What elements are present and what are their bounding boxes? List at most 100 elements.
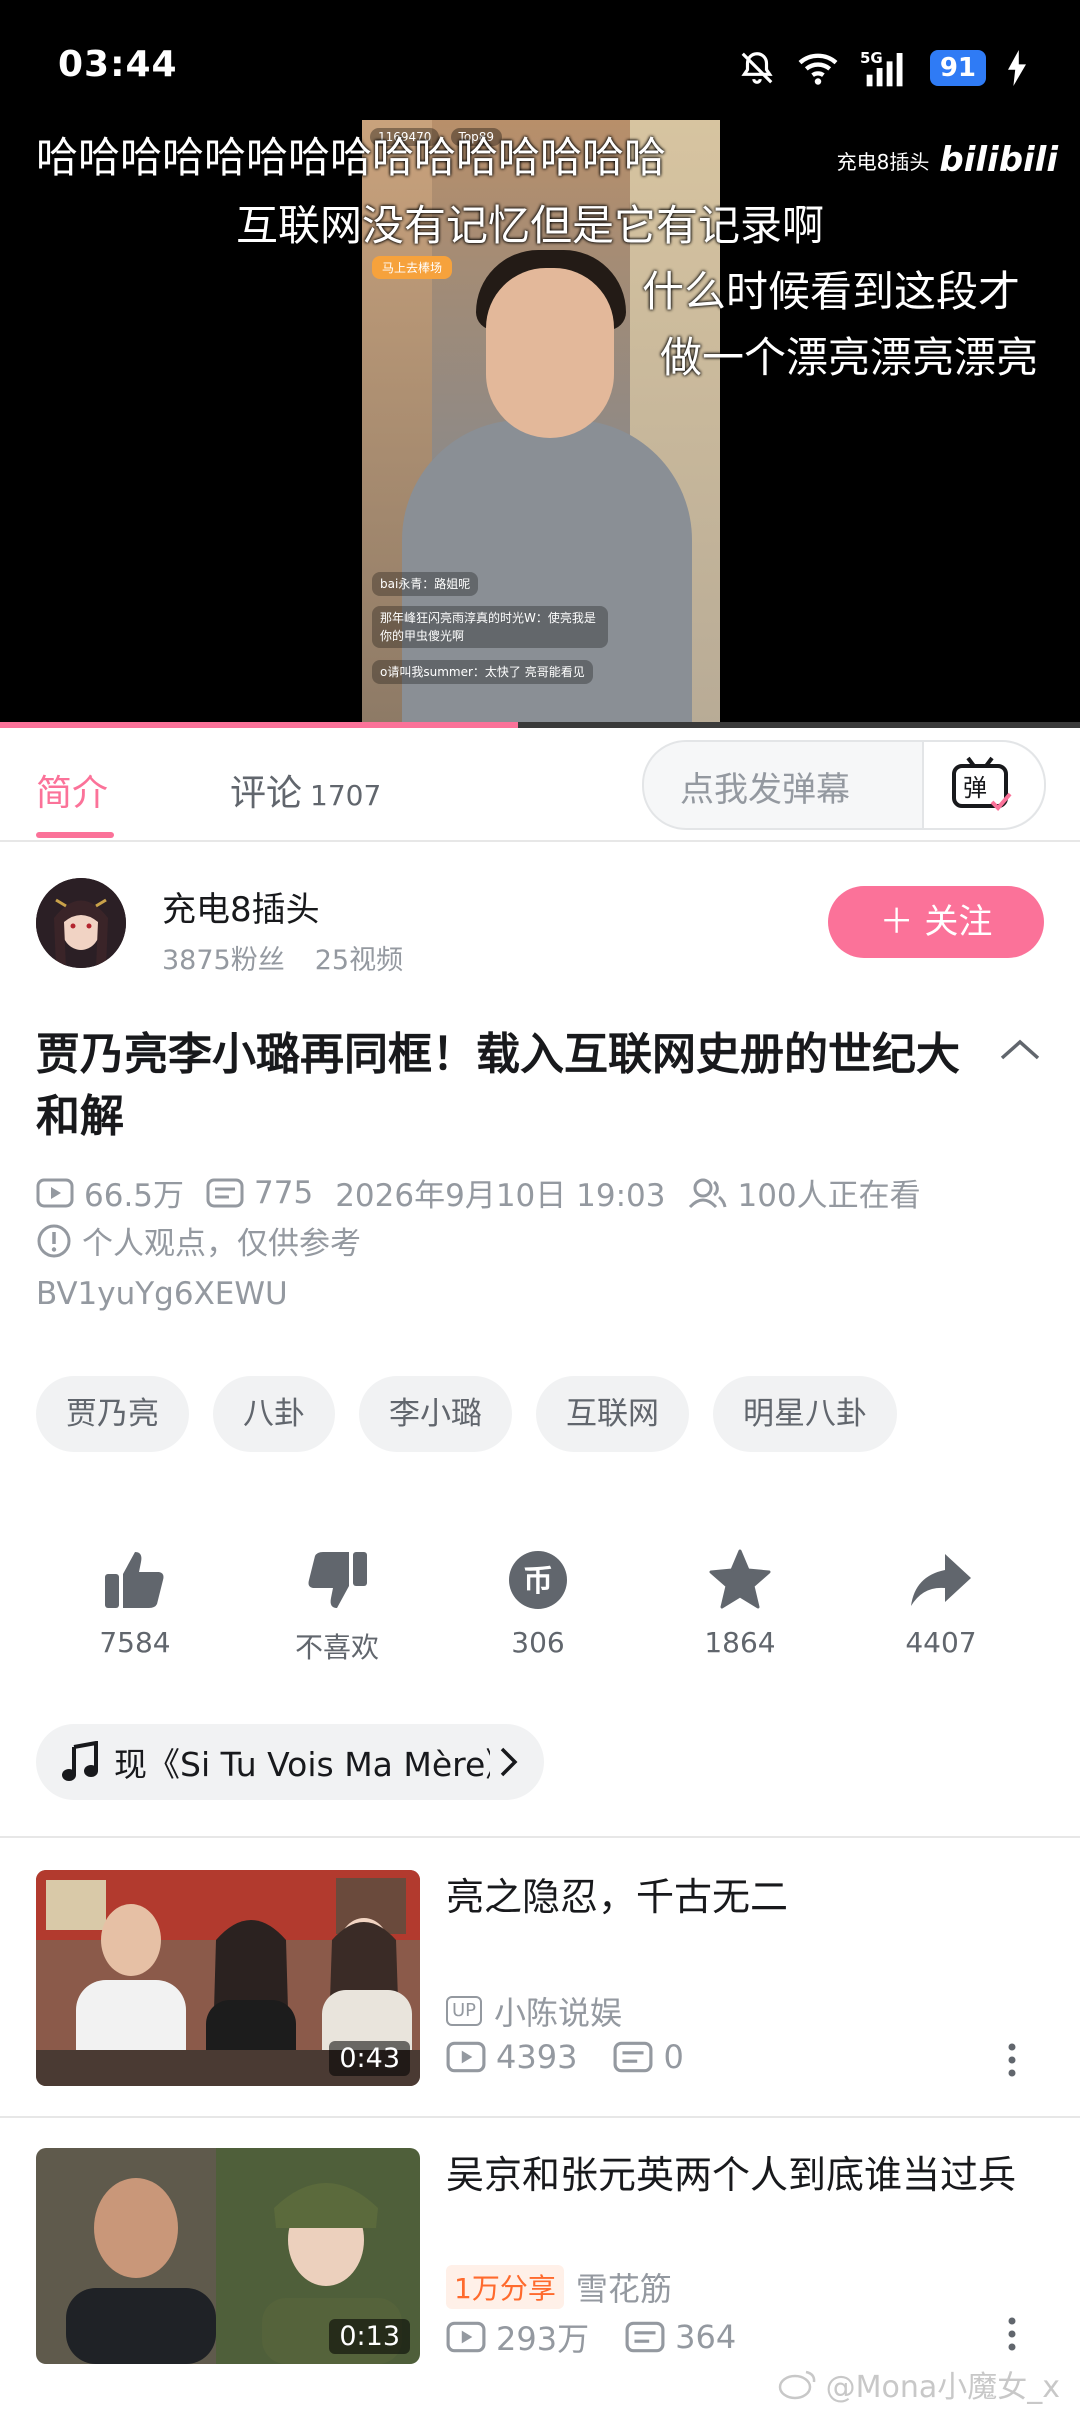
tag-chip[interactable]: 明星八卦 bbox=[713, 1376, 897, 1452]
watching-icon bbox=[689, 1178, 727, 1208]
like-button[interactable]: 7584 bbox=[60, 1548, 210, 1659]
opinion-notice: 个人观点，仅供参考 bbox=[36, 1218, 361, 1263]
danmaku-comment: 什么时候看到这段才 bbox=[642, 267, 1021, 316]
danmaku-icon: 弹 bbox=[952, 756, 1012, 811]
dislike-label: 不喜欢 bbox=[294, 1631, 379, 1664]
coin-icon-glyph: 币 bbox=[523, 1564, 553, 1599]
dislike-button[interactable]: 不喜欢 bbox=[262, 1548, 412, 1666]
mute-bell-icon bbox=[741, 52, 773, 84]
related-uploader: UP 小陈说娱 bbox=[446, 1988, 622, 2034]
related-thumbnail[interactable]: 0:43 bbox=[36, 1870, 420, 2086]
favorite-count: 1864 bbox=[704, 1626, 776, 1659]
thumbs-down-icon bbox=[308, 1552, 367, 1608]
tag-chip[interactable]: 八卦 bbox=[213, 1376, 335, 1452]
weibo-watermark: @Mona小魔女_x bbox=[778, 2362, 1060, 2406]
tab-comments-count: 1707 bbox=[310, 779, 382, 812]
signal-5g-icon: 5G bbox=[860, 49, 903, 87]
bilibili-logo: bilibili bbox=[939, 140, 1058, 180]
tab-intro[interactable]: 简介 bbox=[36, 764, 108, 816]
video-title: 贾乃亮李小璐再同框！载入互联网史册的世纪大和解 bbox=[36, 1029, 960, 1142]
play-count-icon bbox=[446, 2041, 486, 2073]
related-play-count: 4393 bbox=[496, 2038, 578, 2076]
video-meta: 66.5万 775 2026年9月10日 19:03 100人正在看 bbox=[36, 1170, 943, 1215]
live-comment: o请叫我summer：太快了 亮哥能看见 bbox=[372, 660, 593, 684]
play-count: 66.5万 bbox=[84, 1178, 185, 1214]
related-stats: 293万 364 bbox=[446, 2314, 772, 2360]
danmaku-input-placeholder: 点我发弹幕 bbox=[680, 770, 850, 810]
weibo-logo-icon bbox=[778, 2370, 815, 2400]
tag-chip[interactable]: 互联网 bbox=[536, 1376, 689, 1452]
publish-date: 2026年9月10日 19:03 bbox=[335, 1178, 666, 1214]
danmaku-comment: 哈哈哈哈哈哈哈哈哈哈哈哈哈哈哈 bbox=[36, 133, 667, 182]
more-options-icon[interactable] bbox=[1006, 2316, 1018, 2352]
info-icon bbox=[37, 1224, 71, 1257]
bilibili-watermark: 充电8插头 bilibili bbox=[837, 140, 1058, 180]
danmaku-count: 775 bbox=[254, 1174, 314, 1211]
svg-text:5G: 5G bbox=[860, 49, 883, 67]
opinion-notice-text: 个人观点，仅供参考 bbox=[82, 1226, 361, 1262]
tab-comments[interactable]: 评论 1707 bbox=[230, 764, 381, 816]
music-title: 现《Si Tu Vois Ma Mère》 bbox=[114, 1745, 490, 1784]
follow-button[interactable]: ＋ 关注 bbox=[828, 886, 1044, 958]
related-play-count: 293万 bbox=[496, 2320, 590, 2358]
related-video-item[interactable]: 0:43 亮之隐忍，千古无二 UP 小陈说娱 4393 0 bbox=[0, 1870, 1080, 2088]
up-badge: UP bbox=[446, 1996, 483, 2026]
watching-count: 100人正在看 bbox=[737, 1178, 921, 1214]
related-title: 亮之隐忍，千古无二 bbox=[446, 1875, 789, 1919]
related-thumbnail[interactable]: 0:13 bbox=[36, 2148, 420, 2364]
danmaku-settings-button[interactable]: 弹 bbox=[922, 742, 1044, 828]
weibo-watermark-text: @Mona小魔女_x bbox=[825, 2370, 1060, 2405]
share-count: 4407 bbox=[905, 1626, 977, 1659]
live-comment: bai永青：路姐呢 bbox=[372, 572, 479, 596]
related-danmaku-count: 364 bbox=[675, 2318, 737, 2356]
tab-active-indicator bbox=[36, 832, 114, 838]
coin-button[interactable]: 币 306 bbox=[463, 1548, 613, 1659]
action-bar: 7584 不喜欢 币 306 1864 4407 bbox=[0, 1548, 1080, 1678]
battery-level: 91 bbox=[929, 50, 986, 86]
uploader-avatar[interactable] bbox=[36, 878, 126, 968]
share-button[interactable]: 4407 bbox=[866, 1548, 1016, 1659]
play-count-icon bbox=[36, 1178, 74, 1207]
uploader-videos: 25视频 bbox=[314, 945, 404, 976]
danmaku-count-icon bbox=[625, 2321, 665, 2353]
coin-icon: 币 bbox=[509, 1551, 567, 1609]
tag-chip[interactable]: 贾乃亮 bbox=[36, 1376, 189, 1452]
related-uploader-name: 雪花筋 bbox=[575, 2270, 672, 2308]
uploader-name[interactable]: 充电8插头 bbox=[162, 882, 320, 931]
more-options-icon[interactable] bbox=[1006, 2042, 1018, 2078]
avatar-image bbox=[36, 878, 126, 968]
danmaku-count-icon bbox=[206, 1178, 244, 1207]
section-divider bbox=[0, 2116, 1080, 2118]
tag-chip[interactable]: 李小璐 bbox=[359, 1376, 512, 1452]
related-danmaku-count: 0 bbox=[663, 2038, 684, 2076]
video-person-face bbox=[486, 268, 614, 438]
related-uploader-name: 小陈说娱 bbox=[494, 1994, 623, 2032]
related-title: 吴京和张元英两个人到底谁当过兵 bbox=[446, 2153, 1017, 2197]
star-icon bbox=[709, 1549, 771, 1609]
related-uploader: 1万分享 雪花筋 bbox=[446, 2264, 672, 2310]
video-duration: 0:13 bbox=[329, 2319, 410, 2354]
music-chip[interactable]: 现《Si Tu Vois Ma Mère》 bbox=[36, 1724, 544, 1800]
watermark-uploader: 充电8插头 bbox=[836, 149, 930, 174]
related-video-item[interactable]: 0:13 吴京和张元英两个人到底谁当过兵 1万分享 雪花筋 293万 364 bbox=[0, 2148, 1080, 2366]
uploader-stats: 3875粉丝 25视频 bbox=[162, 938, 403, 977]
danmaku-count-icon bbox=[613, 2041, 653, 2073]
uploader-fans: 3875粉丝 bbox=[162, 945, 285, 976]
danmaku-icon-glyph: 弹 bbox=[963, 774, 987, 802]
video-duration: 0:43 bbox=[329, 2041, 410, 2076]
tab-comments-label: 评论 bbox=[230, 773, 303, 814]
status-icons: 5G 91 bbox=[738, 46, 1028, 90]
thumbs-up-icon bbox=[105, 1552, 164, 1608]
status-time: 03:44 bbox=[58, 44, 178, 85]
live-overlay-button: 马上去棒场 bbox=[372, 256, 453, 279]
share-icon bbox=[911, 1554, 971, 1606]
danmaku-comment: 互联网没有记忆但是它有记录啊 bbox=[236, 201, 825, 250]
wifi-icon bbox=[798, 53, 838, 85]
play-count-icon bbox=[446, 2321, 486, 2353]
charging-icon bbox=[1008, 50, 1026, 86]
chevron-up-icon[interactable] bbox=[998, 1034, 1042, 1064]
coin-count: 306 bbox=[511, 1626, 565, 1659]
status-bar: 03:44 5G 91 bbox=[0, 0, 1080, 110]
danmaku-input[interactable]: 点我发弹幕 弹 bbox=[642, 740, 1046, 830]
favorite-button[interactable]: 1864 bbox=[665, 1548, 815, 1659]
